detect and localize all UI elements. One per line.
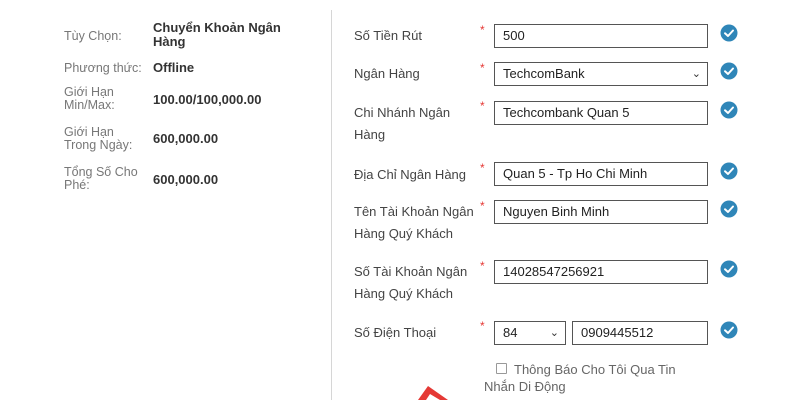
required-marker: * [480, 61, 485, 75]
required-marker: * [480, 99, 485, 113]
required-marker: * [480, 319, 485, 333]
sms-notify-label: Thông Báo Cho Tôi Qua Tin Nhắn Di Động [484, 362, 676, 394]
account-number-input[interactable]: 14028547256921 [494, 260, 708, 284]
method-value: Offline [153, 60, 195, 75]
required-marker: * [480, 199, 485, 213]
check-circle-icon [720, 62, 738, 80]
option-label: Tùy Chọn: [64, 29, 122, 43]
min-max-limit-label: Giới Hạn Min/Max: [64, 85, 115, 112]
pointer-arrow-icon [418, 386, 448, 400]
bank-address-label: Địa Chỉ Ngân Hàng [354, 167, 467, 182]
phone-label: Số Điện Thoại [354, 325, 437, 340]
required-marker: * [480, 161, 485, 175]
account-name-input[interactable]: Nguyen Binh Minh [494, 200, 708, 224]
chevron-down-icon: ⌄ [691, 68, 701, 80]
required-marker: * [480, 23, 485, 37]
check-circle-icon [720, 162, 738, 180]
bank-select-value: TechcomBank [503, 66, 585, 81]
check-circle-icon [720, 260, 738, 278]
total-allowed-label: Tổng Số Cho Phé: [64, 165, 138, 192]
bank-address-input[interactable]: Quan 5 - Tp Ho Chi Minh [494, 162, 708, 186]
daily-limit-label: Giới Hạn Trong Ngày: [64, 125, 133, 152]
daily-limit-value: 600,000.00 [153, 131, 219, 146]
total-allowed-value: 600,000.00 [153, 172, 219, 187]
phone-number-input[interactable]: 0909445512 [572, 321, 708, 345]
check-circle-icon [720, 321, 738, 339]
amount-label: Số Tiền Rút [354, 28, 422, 43]
branch-label: Chi Nhánh Ngân Hàng [354, 105, 451, 142]
withdrawal-info-panel: Tùy Chọn: Chuyển Khoản Ngân Hàng Phương … [0, 0, 330, 400]
branch-input[interactable]: Techcombank Quan 5 [494, 101, 708, 125]
check-circle-icon [720, 24, 738, 42]
country-code-value: 84 [503, 325, 518, 340]
required-marker: * [480, 259, 485, 273]
bank-select[interactable]: TechcomBank ⌄ [494, 62, 708, 86]
account-number-label: Số Tài Khoản Ngân Hàng Quý Khách [354, 264, 468, 301]
amount-input[interactable]: 500 [494, 24, 708, 48]
method-label: Phương thức: [64, 61, 142, 75]
check-circle-icon [720, 200, 738, 218]
check-circle-icon [720, 101, 738, 119]
account-name-label: Tên Tài Khoản Ngân Hàng Quý Khách [354, 204, 474, 241]
panel-divider [331, 10, 332, 400]
min-max-limit-value: 100.00/100,000.00 [153, 92, 262, 107]
bank-label: Ngân Hàng [354, 66, 420, 81]
country-code-select[interactable]: 84 ⌄ [494, 321, 566, 345]
option-value: Chuyển Khoản Ngân Hàng [153, 20, 281, 49]
chevron-down-icon: ⌄ [549, 327, 559, 339]
